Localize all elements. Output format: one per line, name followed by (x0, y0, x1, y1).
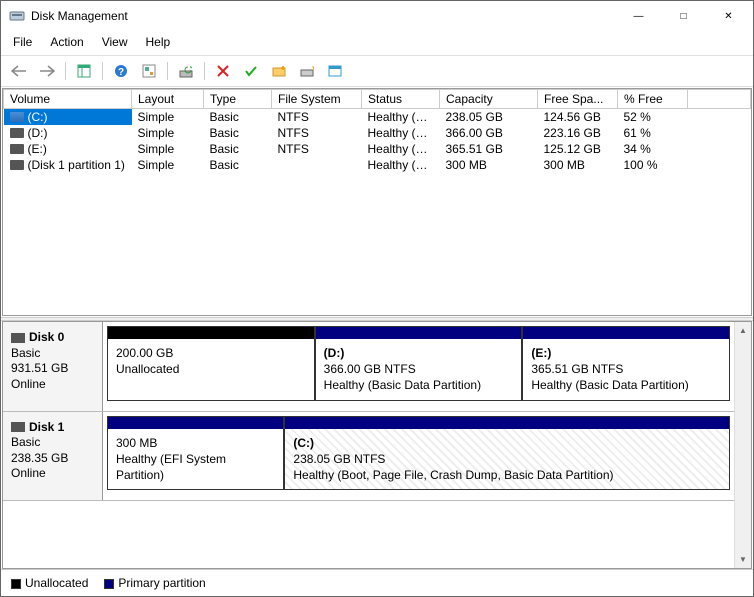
window-title: Disk Management (31, 9, 616, 23)
back-button[interactable] (7, 60, 31, 82)
refresh-icon[interactable] (174, 60, 198, 82)
minimize-button[interactable]: — (616, 2, 661, 31)
vertical-scrollbar[interactable]: ▲ ▼ (734, 322, 751, 568)
disk-header[interactable]: Disk 1Basic238.35 GBOnline (3, 412, 103, 501)
legend-unallocated: Unallocated (11, 576, 88, 590)
settings-icon[interactable] (137, 60, 161, 82)
partition-stripe (316, 327, 522, 339)
svg-text:?: ? (118, 67, 124, 78)
partition-stripe (285, 417, 729, 429)
partition[interactable]: 300 MBHealthy (EFI System Partition) (107, 416, 284, 491)
svg-text:★: ★ (311, 65, 314, 72)
table-row[interactable]: (Disk 1 partition 1)SimpleBasicHealthy (… (4, 157, 751, 173)
table-row[interactable]: (C:)SimpleBasicNTFSHealthy (B...238.05 G… (4, 109, 751, 126)
volume-list: VolumeLayoutTypeFile SystemStatusCapacit… (2, 88, 752, 316)
disk-row: Disk 1Basic238.35 GBOnline300 MBHealthy … (3, 412, 734, 502)
partition[interactable]: (D:)366.00 GB NTFSHealthy (Basic Data Pa… (315, 326, 523, 401)
toolbar: ? ★ (1, 56, 753, 87)
drive-icon (10, 112, 24, 122)
drive-icon (10, 128, 24, 138)
partition-stripe (108, 327, 314, 339)
legend-primary: Primary partition (104, 576, 205, 590)
scroll-down-icon[interactable]: ▼ (735, 551, 751, 568)
properties-icon[interactable] (323, 60, 347, 82)
close-button[interactable]: ✕ (706, 2, 751, 31)
menu-file[interactable]: File (11, 33, 34, 51)
menubar: File Action View Help (1, 31, 753, 56)
new-folder-icon[interactable] (267, 60, 291, 82)
partition[interactable]: 200.00 GBUnallocated (107, 326, 315, 401)
drive-icon (10, 144, 24, 154)
partition[interactable]: (E:)365.51 GB NTFSHealthy (Basic Data Pa… (522, 326, 730, 401)
column-headers[interactable]: VolumeLayoutTypeFile SystemStatusCapacit… (4, 90, 751, 109)
panel-icon[interactable] (72, 60, 96, 82)
partition[interactable]: (C:)238.05 GB NTFSHealthy (Boot, Page Fi… (284, 416, 730, 491)
delete-icon[interactable] (211, 60, 235, 82)
scroll-up-icon[interactable]: ▲ (735, 322, 751, 339)
menu-action[interactable]: Action (48, 33, 85, 51)
check-icon[interactable] (239, 60, 263, 82)
help-icon[interactable]: ? (109, 60, 133, 82)
legend: Unallocated Primary partition (1, 569, 753, 596)
table-row[interactable]: (D:)SimpleBasicNTFSHealthy (B...366.00 G… (4, 125, 751, 141)
maximize-button[interactable]: □ (661, 2, 706, 31)
menu-view[interactable]: View (100, 33, 130, 51)
disk-icon (11, 422, 25, 432)
disk-wizard-icon[interactable]: ★ (295, 60, 319, 82)
titlebar: Disk Management — □ ✕ (1, 1, 753, 31)
disk-icon (11, 333, 25, 343)
disk-row: Disk 0Basic931.51 GBOnline200.00 GBUnall… (3, 322, 734, 412)
app-icon (9, 8, 25, 24)
forward-button[interactable] (35, 60, 59, 82)
partition-stripe (108, 417, 283, 429)
table-row[interactable]: (E:)SimpleBasicNTFSHealthy (B...365.51 G… (4, 141, 751, 157)
disk-map-panel: Disk 0Basic931.51 GBOnline200.00 GBUnall… (2, 321, 752, 569)
partition-stripe (523, 327, 729, 339)
drive-icon (10, 160, 24, 170)
disk-header[interactable]: Disk 0Basic931.51 GBOnline (3, 322, 103, 411)
menu-help[interactable]: Help (144, 33, 173, 51)
